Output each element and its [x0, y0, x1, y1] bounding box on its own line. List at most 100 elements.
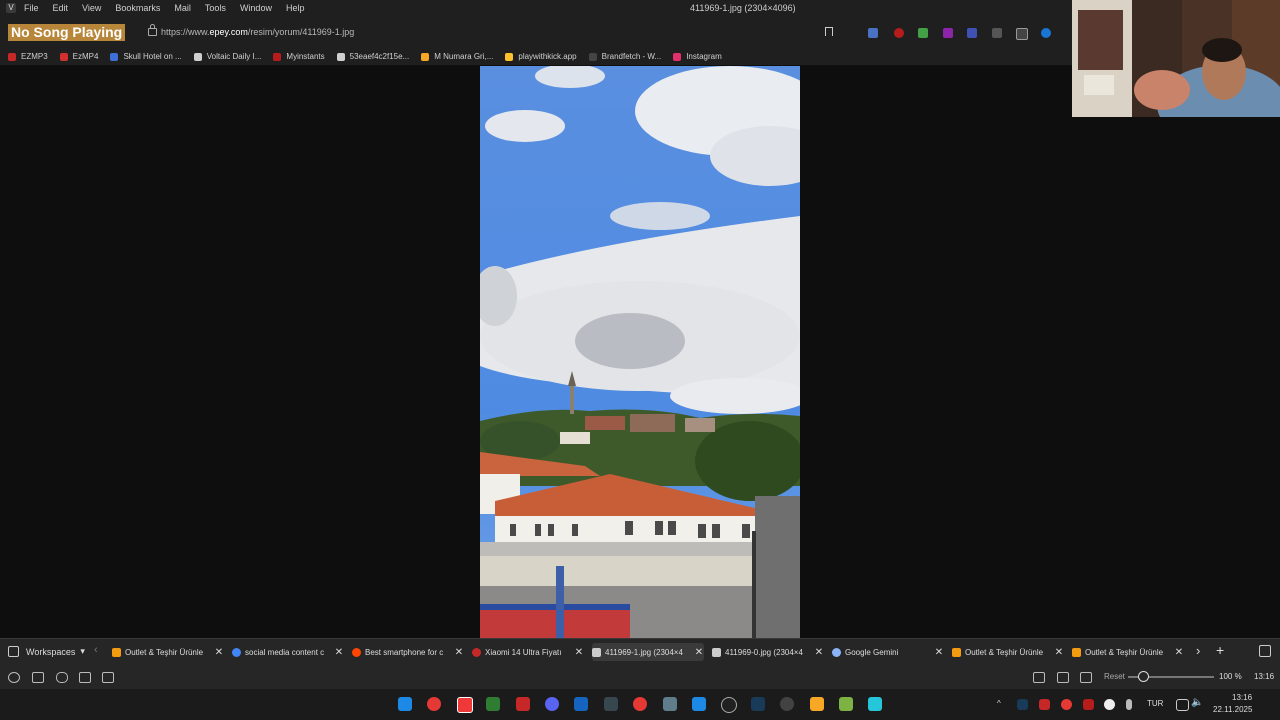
- viewed-image[interactable]: [480, 66, 800, 638]
- menu-edit[interactable]: Edit: [53, 3, 69, 13]
- tray-security-icon[interactable]: [1039, 699, 1050, 710]
- zoom-reset-button[interactable]: Reset: [1104, 672, 1125, 681]
- tray-record-icon[interactable]: [1061, 699, 1072, 710]
- zoom-slider-thumb[interactable]: [1137, 671, 1149, 682]
- vivaldi-logo-icon[interactable]: V: [6, 3, 16, 13]
- close-tab-icon[interactable]: ✕: [814, 647, 824, 658]
- tray-steam-icon[interactable]: [1017, 699, 1028, 710]
- tab-scroll-left-icon[interactable]: ‹: [94, 644, 98, 656]
- window-manager-icon[interactable]: [663, 697, 677, 711]
- sync-icon[interactable]: [780, 697, 794, 711]
- notepad-plus-icon[interactable]: [839, 697, 853, 711]
- discord-icon[interactable]: [545, 697, 559, 711]
- lock-icon[interactable]: [148, 24, 157, 36]
- volume-icon[interactable]: 🔈: [1191, 697, 1203, 708]
- page-actions-icon[interactable]: [1080, 672, 1092, 683]
- bookmark-numara[interactable]: M Numara Gri,...: [421, 52, 493, 61]
- cloud-sync-icon[interactable]: [56, 672, 68, 683]
- bookmark-ezmp3[interactable]: EZMP3: [8, 52, 48, 61]
- bookmark-skull-hotel[interactable]: Skull Hotel on ...: [110, 52, 182, 61]
- bookmark-page-icon[interactable]: [825, 27, 833, 36]
- tab-social-media[interactable]: social media content c ✕: [232, 643, 344, 661]
- microphone-icon[interactable]: [1126, 699, 1132, 710]
- new-tab-icon[interactable]: +: [1216, 642, 1224, 658]
- tab-outlet-1[interactable]: Outlet & Teşhir Ürünle ✕: [112, 643, 224, 661]
- url-field[interactable]: https://www.epey.com/resim/yorum/411969-…: [161, 27, 354, 37]
- file-explorer-icon[interactable]: [810, 697, 824, 711]
- terminal-icon[interactable]: [486, 697, 500, 711]
- tray-kick-icon[interactable]: [1104, 699, 1115, 710]
- menu-file[interactable]: File: [24, 3, 39, 13]
- vpn-extension-icon[interactable]: [1041, 28, 1051, 38]
- tab-menu-icon[interactable]: [1259, 645, 1271, 657]
- mail-icon[interactable]: [79, 672, 91, 683]
- close-tab-icon[interactable]: ✕: [694, 647, 704, 658]
- network-icon[interactable]: [1176, 699, 1189, 711]
- page-viewport: [0, 66, 1280, 638]
- myinstants-icon: [273, 52, 282, 61]
- tab-image-411969-1[interactable]: 411969-1.jpg (2304×4 ✕: [592, 643, 704, 661]
- close-tab-icon[interactable]: ✕: [454, 647, 464, 658]
- translate-extension-icon[interactable]: [868, 28, 878, 38]
- tab-image-411969-0[interactable]: 411969-0.jpg (2304×4 ✕: [712, 643, 824, 661]
- outlook-icon[interactable]: [692, 697, 706, 711]
- close-tab-icon[interactable]: ✕: [214, 647, 224, 658]
- input-language[interactable]: TUR: [1147, 699, 1163, 708]
- menu-bookmarks[interactable]: Bookmarks: [115, 3, 160, 13]
- taskbar-time[interactable]: 13:16: [1232, 693, 1252, 702]
- taskbar-date[interactable]: 22.11.2025: [1213, 705, 1252, 714]
- close-tab-icon[interactable]: ✕: [934, 647, 944, 658]
- refresh-extension-icon[interactable]: [992, 28, 1002, 38]
- close-tab-icon[interactable]: ✕: [334, 647, 344, 658]
- tab-scroll-right-icon[interactable]: ›: [1196, 643, 1200, 658]
- bookmark-instagram[interactable]: Instagram: [673, 52, 722, 61]
- github-icon[interactable]: [721, 697, 737, 713]
- close-tab-icon[interactable]: ✕: [1174, 647, 1184, 658]
- panel-toggle-icon[interactable]: [32, 672, 44, 683]
- tiling-icon[interactable]: [1057, 672, 1069, 683]
- menu-view[interactable]: View: [82, 3, 101, 13]
- shield-extension-icon[interactable]: [918, 28, 928, 38]
- media-player-icon[interactable]: [633, 697, 647, 711]
- menu-window[interactable]: Window: [240, 3, 272, 13]
- bookmark-ezmp4[interactable]: EzMP4: [59, 52, 98, 61]
- app-icon[interactable]: [604, 697, 618, 711]
- chrome-icon[interactable]: [427, 697, 441, 711]
- puzzle-extension-icon[interactable]: [943, 28, 953, 38]
- screenshot-extension-icon[interactable]: [1016, 28, 1028, 40]
- status-clock: 13:16: [1254, 672, 1275, 681]
- tab-outlet-3[interactable]: Outlet & Teşhir Ürünle ✕: [1072, 643, 1184, 661]
- menu-tools[interactable]: Tools: [205, 3, 226, 13]
- bookmark-brandfetch[interactable]: Brandfetch - W...: [588, 52, 661, 61]
- menu-help[interactable]: Help: [286, 3, 305, 13]
- tray-app-icon[interactable]: [1083, 699, 1094, 710]
- windows-start-icon[interactable]: [398, 697, 412, 711]
- ccleaner-icon[interactable]: [574, 697, 588, 711]
- epey-icon: [472, 647, 481, 657]
- tab-xiaomi[interactable]: Xiaomi 14 Ultra Fiyatı ✕: [472, 643, 584, 661]
- capture-icon[interactable]: [1033, 672, 1045, 683]
- tab-best-smartphone[interactable]: Best smartphone for c ✕: [352, 643, 464, 661]
- calendar-icon[interactable]: [102, 672, 114, 683]
- tray-chevron-up-icon[interactable]: ^: [997, 699, 1001, 708]
- notepad-icon[interactable]: [868, 697, 882, 711]
- tab-favicon-icon: [952, 647, 961, 657]
- now-playing-overlay: No Song Playing: [8, 24, 126, 41]
- filezilla-icon[interactable]: [516, 697, 530, 711]
- tab-google-gemini[interactable]: Google Gemini ✕: [832, 643, 944, 661]
- workspaces-button[interactable]: Workspaces ▾: [8, 646, 85, 657]
- settings-gear-icon[interactable]: [8, 672, 20, 683]
- close-tab-icon[interactable]: ✕: [574, 647, 584, 658]
- close-tab-icon[interactable]: ✕: [1054, 647, 1064, 658]
- tab-outlet-2[interactable]: Outlet & Teşhir Ürünle ✕: [952, 643, 1064, 661]
- steam-icon[interactable]: [751, 697, 765, 711]
- tab-label: social media content c: [245, 647, 325, 657]
- bookmark-playwithkick[interactable]: playwithkick.app: [505, 52, 577, 61]
- bookmark-myinstants[interactable]: Myinstants: [273, 52, 325, 61]
- vivaldi-icon[interactable]: [457, 697, 473, 713]
- bookmark-hash[interactable]: 53eaef4c2f15e...: [336, 52, 409, 61]
- record-extension-icon[interactable]: [894, 28, 904, 38]
- bookmark-voltaic[interactable]: Voltaic Daily I...: [193, 52, 261, 61]
- tabs-extension-icon[interactable]: [967, 28, 977, 38]
- menu-mail[interactable]: Mail: [174, 3, 191, 13]
